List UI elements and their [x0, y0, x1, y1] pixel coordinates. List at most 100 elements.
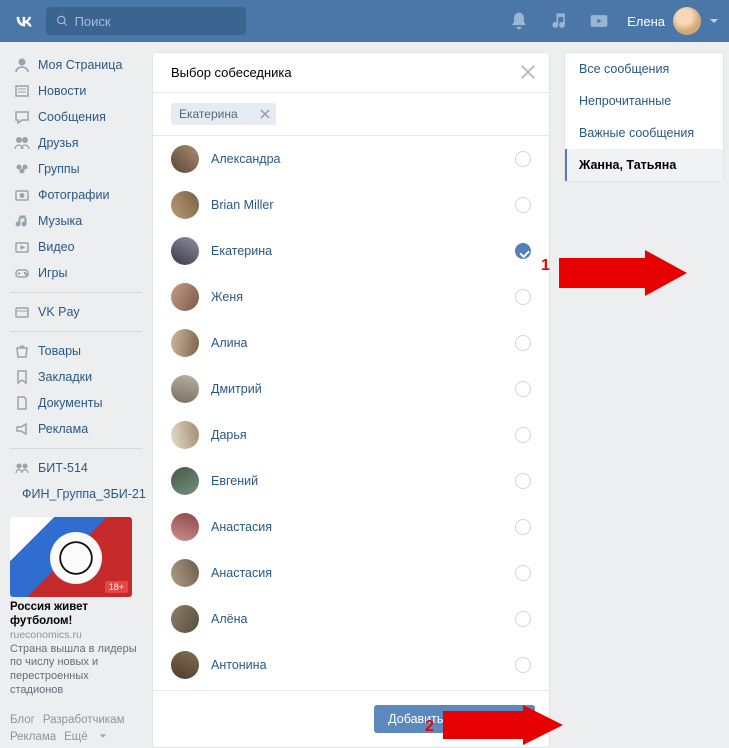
sidebar-item[interactable]: Игры [10, 260, 142, 286]
selected-chips: Екатерина [153, 93, 549, 136]
filter-item[interactable]: Непрочитанные [565, 85, 723, 117]
sidebar-item[interactable]: ФИН_Группа_ЗБИ-21 [10, 481, 142, 507]
contact-row[interactable]: Brian Miller [153, 182, 549, 228]
contact-row[interactable]: Дарья [153, 412, 549, 458]
contact-row[interactable]: Екатерина [153, 228, 549, 274]
contact-row[interactable]: Алёна [153, 596, 549, 642]
filter-item[interactable]: Все сообщения [565, 53, 723, 85]
sidebar-item-label: БИТ-514 [38, 461, 88, 475]
ad-image: 18+ [10, 517, 132, 597]
select-radio[interactable] [515, 335, 531, 351]
select-radio[interactable] [515, 611, 531, 627]
contact-row[interactable]: Дмитрий [153, 366, 549, 412]
sidebar-item[interactable]: Реклама [10, 416, 142, 442]
select-radio[interactable] [515, 657, 531, 673]
group-icon [14, 460, 30, 476]
sidebar-item[interactable]: БИТ-514 [10, 455, 142, 481]
contact-name: Brian Miller [211, 198, 274, 212]
footer-link[interactable]: Ещё [64, 731, 107, 743]
contact-row[interactable]: Анастасия [153, 550, 549, 596]
friends-icon [14, 135, 30, 151]
sidebar-item[interactable]: Друзья [10, 130, 142, 156]
contact-row[interactable]: Евгений [153, 458, 549, 504]
sidebar-item[interactable]: Закладки [10, 364, 142, 390]
filter-item[interactable]: Важные сообщения [565, 117, 723, 149]
contact-row[interactable]: Александра [153, 136, 549, 182]
sidebar-item[interactable]: Сообщения [10, 104, 142, 130]
search-box[interactable] [46, 7, 246, 35]
contact-row[interactable]: Антонина [153, 642, 549, 688]
user-avatar [673, 7, 701, 35]
footer-link[interactable]: Блог [10, 714, 35, 726]
contact-avatar [171, 329, 199, 357]
remove-chip-icon[interactable] [260, 109, 270, 119]
video-icon[interactable] [589, 11, 609, 31]
sidebar-item-label: VK Pay [38, 305, 80, 319]
contact-avatar [171, 191, 199, 219]
contact-avatar [171, 375, 199, 403]
ad-age-badge: 18+ [105, 581, 128, 593]
sidebar-item[interactable]: Товары [10, 338, 142, 364]
close-icon[interactable] [521, 65, 535, 79]
dialog-footer: Добавить собеседника [153, 690, 549, 747]
sidebar-item-label: Сообщения [38, 110, 106, 124]
sidebar-item[interactable]: VK Pay [10, 299, 142, 325]
select-radio[interactable] [515, 427, 531, 443]
user-menu[interactable]: Елена [627, 7, 719, 35]
select-radio[interactable] [515, 381, 531, 397]
select-radio[interactable] [515, 151, 531, 167]
sidebar-item[interactable]: Документы [10, 390, 142, 416]
contact-name: Александра [211, 152, 281, 166]
sidebar-item[interactable]: Группы [10, 156, 142, 182]
ad-block[interactable]: 18+ Россия живет футболом! rueconomics.r… [10, 517, 142, 698]
contact-name: Екатерина [211, 244, 272, 258]
contact-avatar [171, 467, 199, 495]
vk-logo[interactable] [10, 7, 38, 35]
select-radio[interactable] [515, 289, 531, 305]
footer-link[interactable]: Разработчикам [43, 714, 125, 726]
contact-name: Женя [211, 290, 243, 304]
search-input[interactable] [75, 14, 236, 29]
notifications-icon[interactable] [509, 11, 529, 31]
contact-row[interactable]: Анастасия [153, 504, 549, 550]
message-filters: Все сообщенияНепрочитанныеВажные сообщен… [564, 52, 724, 182]
music-icon[interactable] [549, 11, 569, 31]
footer-links: Блог Разработчикам Реклама Ещё [10, 712, 142, 747]
music-icon [14, 213, 30, 229]
ad-title: Россия живет футболом! [10, 601, 142, 629]
filter-item[interactable]: Жанна, Татьяна [565, 149, 723, 181]
select-radio[interactable] [515, 519, 531, 535]
select-radio[interactable] [515, 197, 531, 213]
add-contact-button[interactable]: Добавить собеседника [374, 705, 535, 733]
sidebar-item[interactable]: Моя Страница [10, 52, 142, 78]
ad-site: rueconomics.ru [10, 629, 142, 641]
sidebar-item[interactable]: Новости [10, 78, 142, 104]
messages-icon [14, 109, 30, 125]
contact-avatar [171, 651, 199, 679]
market-icon [14, 343, 30, 359]
annotation-marker-2: 2 [425, 718, 434, 736]
select-radio[interactable] [515, 473, 531, 489]
docs-icon [14, 395, 30, 411]
contact-row[interactable]: Алина [153, 320, 549, 366]
topbar: Елена [0, 0, 729, 42]
select-radio[interactable] [515, 243, 531, 259]
contact-row[interactable]: Женя [153, 274, 549, 320]
contact-avatar [171, 513, 199, 541]
sidebar-item-label: Группы [38, 162, 80, 176]
sidebar-item[interactable]: Фотографии [10, 182, 142, 208]
sidebar-item[interactable]: Музыка [10, 208, 142, 234]
contact-avatar [171, 145, 199, 173]
contact-name: Евгений [211, 474, 258, 488]
select-radio[interactable] [515, 565, 531, 581]
video-icon [14, 239, 30, 255]
news-icon [14, 83, 30, 99]
sidebar-item[interactable]: Видео [10, 234, 142, 260]
footer-link[interactable]: Реклама [10, 731, 56, 743]
contact-avatar [171, 283, 199, 311]
select-contact-dialog: Выбор собеседника Екатерина АлександраBr… [152, 52, 550, 748]
sidebar-item-label: ФИН_Группа_ЗБИ-21 [22, 487, 146, 501]
contact-chip[interactable]: Екатерина [171, 103, 276, 125]
username-label: Елена [627, 14, 665, 29]
chevron-down-icon [709, 16, 719, 26]
